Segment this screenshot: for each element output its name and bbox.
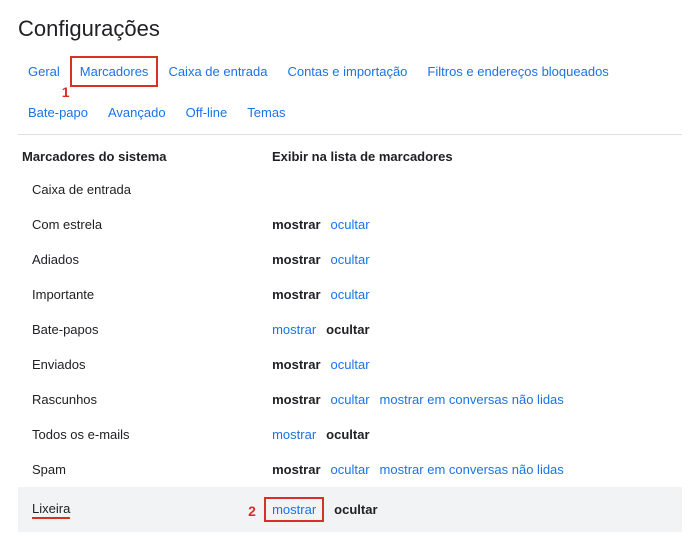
show-link[interactable]: mostrar [272,287,320,302]
label-name: Com estrela [18,217,272,232]
show-link[interactable]: mostrar [272,462,320,477]
hide-link[interactable]: ocultar [331,217,370,232]
label-row-drafts: Rascunhos mostrar ocultar mostrar em con… [18,382,682,417]
label-name: Adiados [18,252,272,267]
header-system-labels: Marcadores do sistema [18,149,272,164]
label-row-important: Importante mostrar ocultar [18,277,682,312]
show-link[interactable]: mostrar [264,497,324,522]
show-link[interactable]: mostrar [272,357,320,372]
show-link[interactable]: mostrar [272,427,316,442]
tab-filtros-enderecos[interactable]: Filtros e endereços bloqueados [417,56,618,87]
label-row-sent: Enviados mostrar ocultar [18,347,682,382]
hide-link[interactable]: ocultar [331,462,370,477]
hide-link[interactable]: ocultar [326,322,369,337]
tab-batepapo[interactable]: Bate-papo [18,97,98,128]
label-row-snoozed: Adiados mostrar ocultar [18,242,682,277]
label-name-text: Lixeira [32,501,70,519]
hide-link[interactable]: ocultar [334,502,377,517]
label-row-spam: Spam mostrar ocultar mostrar em conversa… [18,452,682,487]
show-link[interactable]: mostrar [272,252,320,267]
show-link[interactable]: mostrar [272,392,320,407]
label-name: Importante [18,287,272,302]
tab-offline[interactable]: Off-line [176,97,238,128]
label-row-starred: Com estrela mostrar ocultar [18,207,682,242]
tab-contas-importacao[interactable]: Contas e importação [277,56,417,87]
tab-geral[interactable]: Geral [18,56,70,87]
tab-marcadores[interactable]: Marcadores 1 [70,56,159,87]
label-row-chats: Bate-papos mostrar ocultar [18,312,682,347]
label-name: Enviados [18,357,272,372]
label-name: Rascunhos [18,392,272,407]
show-unread-link[interactable]: mostrar em conversas não lidas [380,462,564,477]
tab-marcadores-label: Marcadores [80,64,149,79]
label-row-inbox: Caixa de entrada [18,172,682,207]
hide-link[interactable]: ocultar [331,392,370,407]
hide-link[interactable]: ocultar [331,287,370,302]
hide-link[interactable]: ocultar [331,357,370,372]
label-name: Todos os e-mails [18,427,272,442]
tabs-row-1: Geral Marcadores 1 Caixa de entrada Cont… [18,56,682,87]
page-title: Configurações [18,16,682,42]
hide-link[interactable]: ocultar [331,252,370,267]
tab-avancado[interactable]: Avançado [98,97,176,128]
label-name: Caixa de entrada [18,182,272,197]
show-unread-link[interactable]: mostrar em conversas não lidas [380,392,564,407]
hide-link[interactable]: ocultar [326,427,369,442]
annotation-2: 2 [248,503,256,519]
label-name: Lixeira [18,501,272,519]
tab-caixa-entrada[interactable]: Caixa de entrada [158,56,277,87]
tab-temas[interactable]: Temas [237,97,295,128]
tabs-row-2: Bate-papo Avançado Off-line Temas [18,97,682,128]
label-row-allmail: Todos os e-mails mostrar ocultar [18,417,682,452]
label-name: Spam [18,462,272,477]
show-link[interactable]: mostrar [272,217,320,232]
label-name: Bate-papos [18,322,272,337]
header-show-in-list: Exibir na lista de marcadores [272,149,682,164]
show-link[interactable]: mostrar [272,322,316,337]
label-row-trash: Lixeira 2 mostrar ocultar [18,487,682,532]
